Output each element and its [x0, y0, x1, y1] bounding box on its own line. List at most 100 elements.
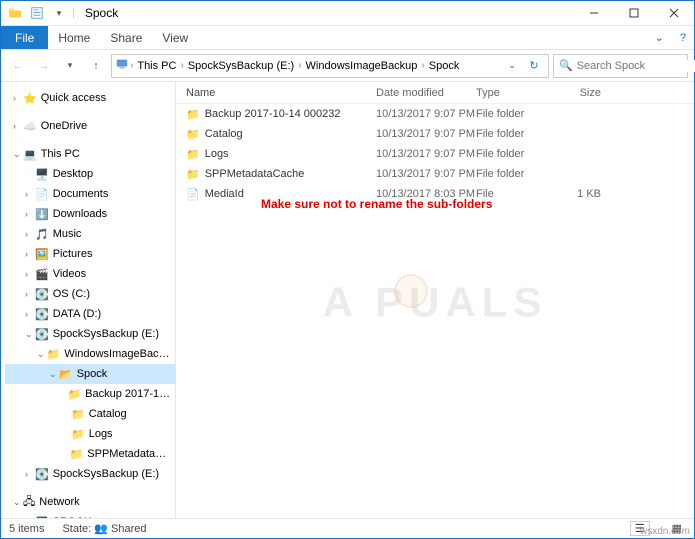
- list-item[interactable]: 📁 Backup 2017-10-14 000232 10/13/2017 9:0…: [176, 104, 694, 124]
- search-input[interactable]: [577, 60, 695, 72]
- folder-icon: 📁: [186, 108, 200, 121]
- item-date: 10/13/2017 9:07 PM: [376, 148, 476, 160]
- column-size[interactable]: Size: [551, 87, 611, 99]
- status-item-count: 5 items: [9, 523, 44, 535]
- list-item[interactable]: 📁 SPPMetadataCache 10/13/2017 9:07 PM Fil…: [176, 164, 694, 184]
- crumb[interactable]: SpockSysBackup (E:): [185, 60, 297, 72]
- column-date[interactable]: Date modified: [376, 87, 476, 99]
- tree-downloads[interactable]: ›⬇️Downloads: [5, 204, 175, 224]
- tree-drive-e-2[interactable]: ›💽SpockSysBackup (E:): [5, 464, 175, 484]
- pc-icon: [115, 57, 129, 74]
- tree-wib[interactable]: ⌄📁WindowsImageBackup: [5, 344, 175, 364]
- qat-properties-icon[interactable]: [28, 4, 46, 22]
- file-list[interactable]: A PUALS Name Date modified Type Size 📁 Ba…: [176, 82, 694, 518]
- tree-network[interactable]: ⌄🖧Network: [5, 492, 175, 512]
- tree-spock[interactable]: ⌄📂Spock: [5, 364, 175, 384]
- ribbon-expand-icon[interactable]: ⌄: [647, 31, 672, 44]
- maximize-button[interactable]: [614, 1, 654, 26]
- network-icon: 🖧: [23, 493, 35, 512]
- folder-icon: 📁: [70, 448, 84, 461]
- menu-file[interactable]: File: [1, 26, 48, 49]
- qat-dropdown-icon[interactable]: ▾: [50, 4, 68, 22]
- drive-icon: 💽: [35, 468, 49, 481]
- item-size: 1 KB: [551, 188, 611, 200]
- recent-locations-button[interactable]: ▾: [59, 55, 81, 77]
- item-type: File folder: [476, 168, 551, 180]
- column-type[interactable]: Type: [476, 87, 551, 99]
- pictures-icon: 🖼️: [35, 248, 49, 261]
- drive-icon: 💽: [35, 308, 49, 321]
- tree-documents[interactable]: ›📄Documents: [5, 184, 175, 204]
- refresh-icon[interactable]: ↻: [523, 55, 545, 77]
- tree-backup[interactable]: 📁Backup 2017-10-14 000232: [5, 384, 175, 404]
- folder-icon: 📁: [186, 168, 200, 181]
- help-icon[interactable]: ?: [672, 32, 694, 44]
- item-name: Backup 2017-10-14 000232: [205, 108, 341, 120]
- tree-catalog[interactable]: 📁Catalog: [5, 404, 175, 424]
- tree-drive-c[interactable]: ›💽OS (C:): [5, 284, 175, 304]
- desktop-icon: 🖥️: [35, 168, 49, 181]
- pc-icon: 💻: [23, 148, 37, 161]
- tree-net-spock[interactable]: ›🖥️SPOCK: [5, 512, 175, 518]
- list-item[interactable]: 📁Catalog 10/13/2017 9:07 PM File folder: [176, 124, 694, 144]
- watermark-mascot-icon: [394, 274, 428, 308]
- tree-logs[interactable]: 📁Logs: [5, 424, 175, 444]
- item-date: 10/13/2017 9:07 PM: [376, 128, 476, 140]
- drive-icon: 💽: [35, 288, 49, 301]
- quick-access-icon: ⭐: [23, 92, 37, 105]
- crumb[interactable]: WindowsImageBackup: [303, 60, 421, 72]
- tree-desktop[interactable]: 🖥️Desktop: [5, 164, 175, 184]
- item-name: MediaId: [205, 188, 244, 200]
- folder-icon: 📁: [71, 408, 85, 421]
- tree-pictures[interactable]: ›🖼️Pictures: [5, 244, 175, 264]
- tree-videos[interactable]: ›🎬Videos: [5, 264, 175, 284]
- folder-icon: 📁: [71, 428, 85, 441]
- crumb[interactable]: This PC: [134, 60, 179, 72]
- minimize-button[interactable]: [574, 1, 614, 26]
- tree-quick-access[interactable]: ›⭐Quick access: [5, 88, 175, 108]
- tree-drive-e[interactable]: ⌄💽SpockSysBackup (E:): [5, 324, 175, 344]
- folder-icon: 📁: [186, 128, 200, 141]
- search-icon: 🔍: [559, 59, 577, 72]
- annotation-warning: Make sure not to rename the sub-folders: [261, 197, 492, 211]
- up-button[interactable]: ↑: [85, 55, 107, 77]
- computer-icon: 🖥️: [35, 516, 49, 519]
- column-name[interactable]: Name: [176, 87, 376, 99]
- back-button[interactable]: ←: [7, 55, 29, 77]
- folder-icon: [6, 4, 24, 22]
- item-date: 10/13/2017 9:07 PM: [376, 168, 476, 180]
- source-watermark: wsxdn.com: [640, 526, 690, 537]
- item-name: Logs: [205, 148, 229, 160]
- folder-icon: 📁: [186, 148, 200, 161]
- close-button[interactable]: [654, 1, 694, 26]
- address-bar[interactable]: › This PC › SpockSysBackup (E:) › Window…: [111, 54, 549, 78]
- search-box[interactable]: 🔍: [553, 54, 688, 78]
- nav-tree[interactable]: ›⭐Quick access ›☁️OneDrive ⌄💻This PC 🖥️D…: [1, 82, 176, 518]
- forward-button[interactable]: →: [33, 55, 55, 77]
- status-state: State: 👥 Shared: [62, 522, 146, 535]
- menu-view[interactable]: View: [152, 27, 198, 49]
- folder-icon: ⬇️: [35, 208, 49, 221]
- tree-this-pc[interactable]: ⌄💻This PC: [5, 144, 175, 164]
- address-dropdown-icon[interactable]: ⌄: [501, 55, 523, 77]
- item-type: File folder: [476, 108, 551, 120]
- tree-music[interactable]: ›🎵Music: [5, 224, 175, 244]
- shared-icon: 👥: [94, 523, 108, 535]
- tree-spp[interactable]: 📁SPPMetadataCache: [5, 444, 175, 464]
- item-name: SPPMetadataCache: [205, 168, 305, 180]
- window-title: Spock: [79, 6, 124, 20]
- item-type: File folder: [476, 148, 551, 160]
- file-icon: 📄: [186, 188, 200, 201]
- tree-onedrive[interactable]: ›☁️OneDrive: [5, 116, 175, 136]
- item-name: Catalog: [205, 128, 243, 140]
- menu-share[interactable]: Share: [100, 27, 152, 49]
- watermark: A PUALS: [323, 278, 548, 326]
- crumb[interactable]: Spock: [426, 60, 463, 72]
- item-date: 10/13/2017 9:07 PM: [376, 108, 476, 120]
- folder-icon: 📄: [35, 188, 49, 201]
- tree-drive-d[interactable]: ›💽DATA (D:): [5, 304, 175, 324]
- drive-icon: 💽: [35, 328, 49, 341]
- folder-icon: 📁: [67, 388, 81, 401]
- menu-home[interactable]: Home: [48, 27, 100, 49]
- list-item[interactable]: 📁 Logs 10/13/2017 9:07 PM File folder: [176, 144, 694, 164]
